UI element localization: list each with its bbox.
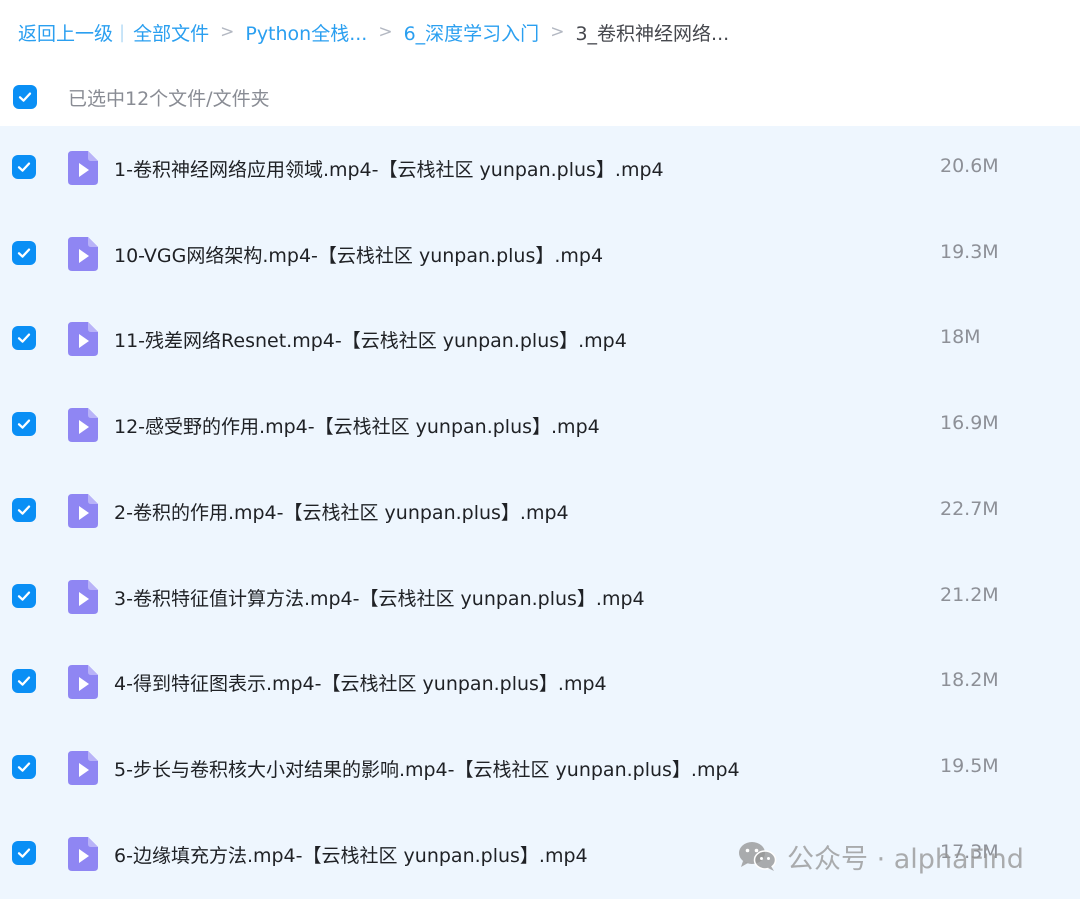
breadcrumb-separator: > <box>550 22 565 42</box>
file-row[interactable]: 6-边缘填充方法.mp4-【云栈社区 yunpan.plus】.mp4 17.3M <box>0 812 1080 898</box>
file-size: 19.5M <box>940 754 999 777</box>
check-icon <box>17 248 31 258</box>
file-checkbox[interactable] <box>12 497 36 522</box>
file-row[interactable]: 12-感受野的作用.mp4-【云栈社区 yunpan.plus】.mp4 16.9… <box>0 383 1080 469</box>
file-name[interactable]: 5-步长与卷积核大小对结果的影响.mp4-【云栈社区 yunpan.plus】.… <box>114 755 740 782</box>
video-file-icon <box>68 579 98 614</box>
file-row[interactable]: 4-得到特征图表示.mp4-【云栈社区 yunpan.plus】.mp4 18.2… <box>0 640 1080 726</box>
video-file-icon <box>68 493 98 528</box>
selection-count-label: 已选中12个文件/文件夹 <box>68 88 270 110</box>
file-checkbox[interactable] <box>12 326 36 351</box>
check-icon <box>17 848 31 858</box>
video-file-icon <box>68 836 98 871</box>
file-checkbox[interactable] <box>12 754 36 779</box>
back-link[interactable]: 返回上一级 <box>18 19 113 46</box>
check-icon <box>17 505 31 515</box>
file-list: 1-卷积神经网络应用领域.mp4-【云栈社区 yunpan.plus】.mp4 2… <box>0 126 1080 899</box>
file-row[interactable]: 2-卷积的作用.mp4-【云栈社区 yunpan.plus】.mp4 22.7M <box>0 469 1080 555</box>
video-file-icon <box>68 322 98 357</box>
file-checkbox[interactable] <box>12 840 36 865</box>
breadcrumb-divider: | <box>119 21 126 43</box>
file-name[interactable]: 6-边缘填充方法.mp4-【云栈社区 yunpan.plus】.mp4 <box>114 841 588 868</box>
file-checkbox[interactable] <box>12 412 36 437</box>
video-file-icon <box>68 750 98 785</box>
file-size: 21.2M <box>940 583 999 606</box>
file-size: 16.9M <box>940 412 999 435</box>
file-size: 19.3M <box>940 240 999 263</box>
file-row[interactable]: 10-VGG网络架构.mp4-【云栈社区 yunpan.plus】.mp4 19.… <box>0 212 1080 298</box>
file-row[interactable]: 1-卷积神经网络应用领域.mp4-【云栈社区 yunpan.plus】.mp4 2… <box>0 126 1080 212</box>
breadcrumb-all-files[interactable]: 全部文件 <box>133 19 209 46</box>
check-icon <box>17 333 31 344</box>
file-checkbox[interactable] <box>12 240 36 265</box>
check-icon <box>17 676 31 686</box>
check-icon <box>17 762 31 772</box>
select-all-checkbox[interactable] <box>13 85 37 109</box>
file-checkbox[interactable] <box>12 583 36 608</box>
video-file-icon <box>68 408 98 443</box>
file-name[interactable]: 2-卷积的作用.mp4-【云栈社区 yunpan.plus】.mp4 <box>114 498 569 525</box>
check-icon <box>17 590 31 601</box>
file-name[interactable]: 12-感受野的作用.mp4-【云栈社区 yunpan.plus】.mp4 <box>114 412 600 439</box>
breadcrumb-current-folder: 3_卷积神经网络... <box>575 22 730 45</box>
breadcrumb-separator: > <box>220 22 235 42</box>
file-name[interactable]: 4-得到特征图表示.mp4-【云栈社区 yunpan.plus】.mp4 <box>114 669 607 696</box>
selection-header: 已选中12个文件/文件夹 <box>0 64 1080 126</box>
breadcrumb-deep-learning-folder[interactable]: 6_深度学习入门 <box>404 19 540 46</box>
file-checkbox[interactable] <box>12 669 36 694</box>
file-size: 20.6M <box>940 155 999 177</box>
breadcrumb-separator: > <box>378 22 393 42</box>
breadcrumb-python-folder[interactable]: Python全栈... <box>245 19 367 46</box>
file-name[interactable]: 3-卷积特征值计算方法.mp4-【云栈社区 yunpan.plus】.mp4 <box>114 584 645 611</box>
file-checkbox[interactable] <box>12 155 36 179</box>
video-file-icon <box>68 665 98 700</box>
breadcrumb: 返回上一级 | 全部文件 > Python全栈... > 6_深度学习入门 > … <box>18 14 729 50</box>
file-row[interactable]: 11-残差网络Resnet.mp4-【云栈社区 yunpan.plus】.mp4… <box>0 297 1080 383</box>
file-size: 18M <box>940 326 981 349</box>
file-size: 18.2M <box>940 669 999 692</box>
file-name[interactable]: 11-残差网络Resnet.mp4-【云栈社区 yunpan.plus】.mp4 <box>114 326 627 353</box>
check-icon <box>18 92 32 102</box>
file-size: 22.7M <box>940 497 999 520</box>
file-row[interactable]: 5-步长与卷积核大小对结果的影响.mp4-【云栈社区 yunpan.plus】.… <box>0 726 1080 812</box>
video-file-icon <box>68 236 98 271</box>
file-browser: 返回上一级 | 全部文件 > Python全栈... > 6_深度学习入门 > … <box>0 0 1080 899</box>
file-name[interactable]: 10-VGG网络架构.mp4-【云栈社区 yunpan.plus】.mp4 <box>114 241 603 268</box>
video-file-icon <box>68 151 98 185</box>
file-name[interactable]: 1-卷积神经网络应用领域.mp4-【云栈社区 yunpan.plus】.mp4 <box>114 155 664 182</box>
file-row[interactable]: 3-卷积特征值计算方法.mp4-【云栈社区 yunpan.plus】.mp4 21… <box>0 555 1080 641</box>
check-icon <box>17 419 31 429</box>
check-icon <box>17 162 31 172</box>
file-size: 17.3M <box>940 840 999 863</box>
